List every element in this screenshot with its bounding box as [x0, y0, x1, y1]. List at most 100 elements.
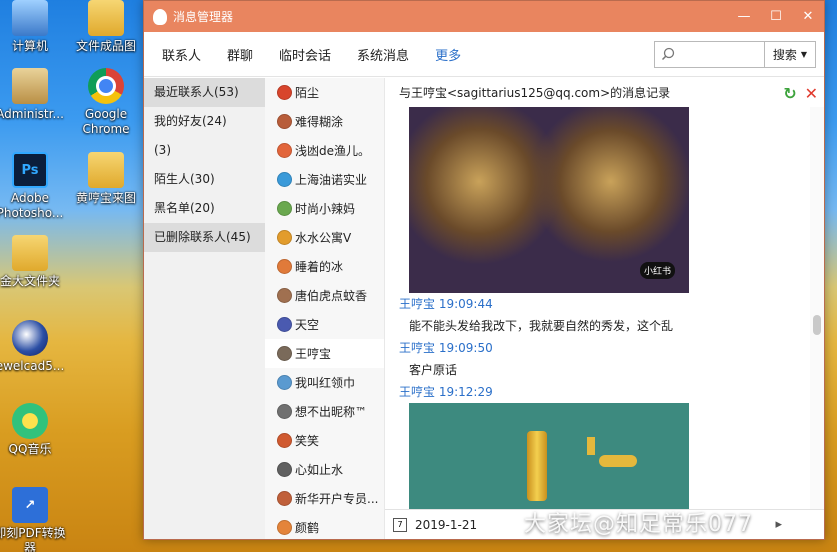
avatar: [277, 462, 292, 477]
contact-item[interactable]: 难得糊涂: [265, 107, 384, 136]
desktop-icon-label: 黄哼宝来图: [75, 191, 136, 205]
contact-name: 王哼宝: [295, 347, 332, 361]
message-manager-window: 消息管理器 — ☐ ✕ 联系人 群聊 临时会话 系统消息 更多 搜索 ▼ 最近联…: [143, 0, 825, 540]
tab-temp-session[interactable]: 临时会话: [279, 45, 331, 64]
desktop-icon-finished-images[interactable]: 文件成品图: [70, 0, 142, 54]
desktop-icon-administrator[interactable]: Administr...: [0, 68, 66, 122]
sidebar-item-unnamed-group[interactable]: (3): [144, 136, 265, 165]
tab-system-messages[interactable]: 系统消息: [357, 45, 409, 64]
maximize-button[interactable]: ☐: [760, 1, 792, 32]
sidebar-item-friends[interactable]: 我的好友(24): [144, 107, 265, 136]
message-sender: 王哼宝 19:12:29: [399, 385, 493, 399]
delete-icon[interactable]: ✕: [805, 84, 818, 103]
contact-item[interactable]: 时尚小辣妈: [265, 194, 384, 223]
contact-name: 心如止水: [295, 463, 344, 477]
qq-penguin-icon: [153, 8, 167, 25]
avatar: [277, 172, 292, 187]
contact-item[interactable]: 上海油诺实业: [265, 165, 384, 194]
message-scrollbar[interactable]: [810, 107, 824, 509]
folder-icon: [88, 152, 124, 188]
qqmusic-icon: [12, 403, 48, 439]
avatar: [277, 375, 292, 390]
minimize-button[interactable]: —: [728, 1, 760, 32]
desktop-icon-label: Administr...: [0, 107, 64, 121]
desktop-icon-jewelcad[interactable]: ewelcad5...: [0, 320, 66, 374]
desktop-icon-images-folder[interactable]: 黄哼宝来图: [70, 152, 142, 206]
photoshop-icon: Ps: [12, 152, 48, 188]
cad-part: [587, 437, 595, 455]
desktop-icon-qqmusic[interactable]: QQ音乐: [0, 403, 66, 457]
contact-item[interactable]: 天空: [265, 310, 384, 339]
title-bar[interactable]: 消息管理器 — ☐ ✕: [144, 1, 824, 32]
avatar: [277, 520, 292, 535]
contact-item[interactable]: 我叫红领巾: [265, 368, 384, 397]
desktop-icon-pdf-converter[interactable]: ↗ 即刻PDF转换器: [0, 487, 66, 552]
contact-item[interactable]: 王哼宝: [265, 339, 384, 368]
image-badge: 小红书: [639, 262, 675, 279]
user-folder-icon: [12, 68, 48, 104]
calendar-icon[interactable]: 7: [393, 517, 407, 532]
contact-name: 难得糊涂: [295, 115, 344, 129]
contact-item[interactable]: 新华开户专员...: [265, 484, 384, 513]
desktop-icon-label: Adobe Photosho...: [0, 191, 64, 220]
desktop-icon-photoshop[interactable]: Ps Adobe Photosho...: [0, 152, 66, 221]
history-date[interactable]: 2019-1-21: [415, 518, 477, 532]
tab-more[interactable]: 更多: [435, 45, 461, 64]
contact-item[interactable]: 笑笑: [265, 426, 384, 455]
message-list: 小红书 王哼宝 19:09:44 能不能头发给我改下，我就要自然的秀发，这个乱 …: [385, 107, 810, 509]
avatar: [277, 114, 292, 129]
contact-name: 浅凼de渔儿。: [295, 144, 371, 158]
refresh-icon[interactable]: ↻: [783, 84, 796, 103]
jewelcad-icon: [12, 320, 48, 356]
contact-item[interactable]: 浅凼de渔儿。: [265, 136, 384, 165]
avatar: [277, 404, 292, 419]
desktop-icon-chrome[interactable]: Google Chrome: [70, 68, 142, 137]
avatar: [277, 491, 292, 506]
sidebar-item-deleted[interactable]: 已删除联系人(45): [144, 223, 265, 252]
close-button[interactable]: ✕: [792, 1, 824, 32]
avatar: [277, 317, 292, 332]
avatar: [277, 230, 292, 245]
contact-item[interactable]: 陌尘: [265, 78, 384, 107]
desktop-icon-computer[interactable]: 计算机: [0, 0, 66, 54]
search-input[interactable]: [654, 40, 764, 68]
contact-category-sidebar: 最近联系人(53) 我的好友(24) (3) 陌生人(30) 黑名单(20) 已…: [144, 78, 265, 539]
tab-group-chat[interactable]: 群聊: [227, 45, 253, 64]
desktop-icon-label: Google Chrome: [82, 107, 130, 136]
contact-item[interactable]: 水水公寓V: [265, 223, 384, 252]
desktop-icon-label: 计算机: [11, 39, 48, 53]
content-area: 最近联系人(53) 我的好友(24) (3) 陌生人(30) 黑名单(20) 已…: [144, 78, 824, 539]
message-text: 客户原话: [409, 363, 458, 377]
avatar: [277, 143, 292, 158]
watermark: 大家坛@知足常乐077: [524, 512, 753, 537]
cad-part: [599, 455, 637, 467]
chat-header: 与王哼宝<sagittarius125@qq.com>的消息记录: [399, 86, 671, 100]
contact-name: 陌尘: [295, 86, 320, 100]
chrome-icon: [88, 68, 124, 104]
contact-item[interactable]: 唐伯虎点蚊香: [265, 281, 384, 310]
contact-item[interactable]: 心如止水: [265, 455, 384, 484]
chat-history-panel: 与王哼宝<sagittarius125@qq.com>的消息记录 ↻ ✕ 小红书…: [385, 78, 824, 539]
message-sender: 王哼宝 19:09:44: [399, 297, 493, 311]
image-message-cad-model[interactable]: [409, 403, 689, 509]
sidebar-item-blacklist[interactable]: 黑名单(20): [144, 194, 265, 223]
contact-list: 陌尘难得糊涂浅凼de渔儿。上海油诺实业 时尚小辣妈 水水公寓V 睡着的冰 唐伯虎点蚊香天…: [265, 78, 385, 539]
image-message-jewelry[interactable]: 小红书: [409, 107, 689, 293]
contact-item[interactable]: 睡着的冰: [265, 252, 384, 281]
avatar: [277, 346, 292, 361]
sidebar-item-strangers[interactable]: 陌生人(30): [144, 165, 265, 194]
tab-contacts[interactable]: 联系人: [162, 45, 201, 64]
sidebar-item-recent[interactable]: 最近联系人(53): [144, 78, 265, 107]
scroll-thumb[interactable]: [813, 315, 821, 335]
desktop-icon-label: 金大文件夹: [0, 274, 60, 288]
computer-icon: [12, 0, 48, 36]
chat-header-actions: ↻ ✕: [783, 84, 818, 103]
contact-item[interactable]: 想不出昵称™: [265, 397, 384, 426]
desktop-icon-big-folder[interactable]: 金大文件夹: [0, 235, 66, 289]
contact-item[interactable]: 颜鹤: [265, 513, 384, 539]
search-button[interactable]: 搜索 ▼: [764, 40, 816, 68]
chevron-down-icon: ▼: [800, 49, 808, 59]
avatar: [277, 288, 292, 303]
next-page-icon[interactable]: ▸: [775, 517, 782, 532]
message-text: 能不能头发给我改下，我就要自然的秀发，这个乱: [409, 319, 674, 333]
